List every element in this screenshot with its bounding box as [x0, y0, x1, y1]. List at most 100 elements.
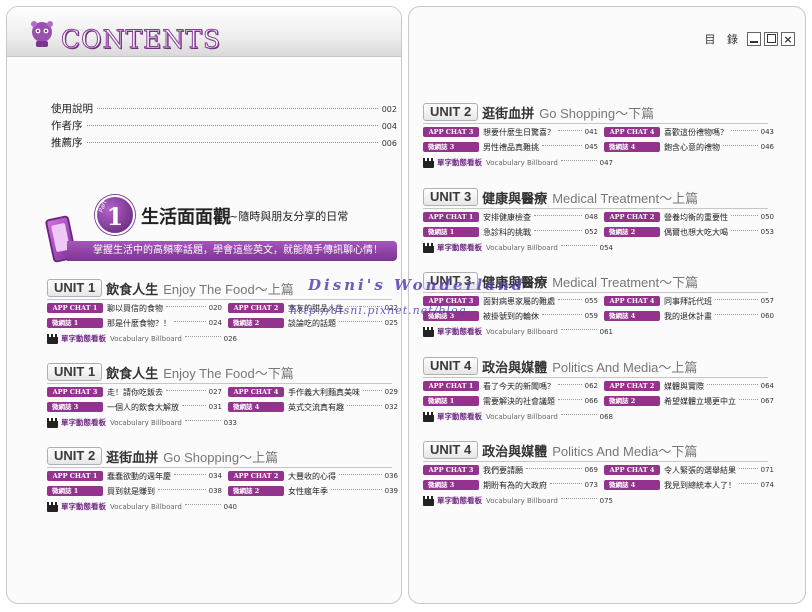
vocab-label-en: Vocabulary Billboard [486, 327, 558, 336]
vocabulary-billboard-entry[interactable]: 單字動態看板 Vocabulary Billboard 061 [423, 325, 613, 338]
toc-entry[interactable]: APP CHAT 2 室友的甜品人生 022 [228, 303, 398, 314]
page-number: 061 [599, 327, 613, 336]
right-page: 目 錄 × UNIT 2 逛街血拼 Go Shopping～下篇 APP CHAT 3… [408, 6, 806, 604]
unit-title-zh: 政治與媒體 [482, 360, 548, 376]
vocabulary-billboard-entry[interactable]: 單字動態看板 Vocabulary Billboard 033 [47, 416, 237, 429]
toc-entry[interactable]: 微網誌 3 期盼有為的大政府 073 [423, 480, 598, 491]
toc-entry[interactable]: 微網誌 3 一個人的飲食大解放 031 [47, 402, 222, 413]
toc-entry[interactable]: APP CHAT 1 聊以買信的食物 020 [47, 303, 222, 314]
vocab-label-en: Vocabulary Billboard [110, 334, 182, 343]
toc-entry[interactable]: 微網誌 2 女性瘋年季 039 [228, 486, 398, 497]
toc-entry[interactable]: 微網誌 1 買到就是賺到 038 [47, 486, 222, 497]
page-number: 067 [760, 397, 774, 405]
toc-entry[interactable]: 微網誌 1 那是什麼食物？！ 024 [47, 318, 222, 329]
leader-dots [339, 473, 382, 475]
toc-entry[interactable]: APP CHAT 1 看了今天的新聞嗎？ 062 [423, 381, 598, 392]
toc-entry[interactable]: 微網誌 3 被掛號到的輪休 059 [423, 311, 598, 322]
unit-title-zh: 飲食人生 [106, 282, 159, 298]
close-icon[interactable]: × [781, 32, 795, 46]
app-chat-tag: APP CHAT 4 [604, 127, 660, 137]
preface-item[interactable]: 作者序 004 [51, 118, 397, 135]
maximize-icon[interactable] [764, 32, 778, 46]
blog-tag: 微網誌 4 [604, 311, 660, 321]
leader-dots [560, 160, 597, 161]
page-number: 047 [599, 158, 613, 167]
vocabulary-billboard-entry[interactable]: 單字動態看板 Vocabulary Billboard 075 [423, 494, 613, 507]
unit-header[interactable]: UNIT 2 逛街血拼 Go Shopping～下篇 [423, 103, 774, 122]
leader-dots [560, 245, 597, 246]
entry-title: 女性瘋年季 [288, 486, 328, 496]
blog-tag: 微網誌 1 [423, 227, 479, 237]
app-chat-tag: APP CHAT 1 [423, 381, 479, 391]
page-number: 020 [208, 304, 222, 312]
preface-item[interactable]: 使用說明 002 [51, 101, 397, 118]
toc-entry[interactable]: APP CHAT 2 媒體與實際 064 [604, 381, 774, 392]
toc-entry[interactable]: 微網誌 4 飽含心意的禮物 046 [604, 142, 774, 153]
toc-entry[interactable]: APP CHAT 3 想要什麼生日驚喜？ 041 [423, 127, 598, 138]
toc-entry[interactable]: APP CHAT 3 我們要請願 069 [423, 465, 598, 476]
page-number: 048 [584, 213, 598, 221]
toc-entry[interactable]: 微網誌 2 希望媒體立場更中立 067 [604, 396, 774, 407]
toc-entry[interactable]: 微網誌 4 英式交流真有趣 032 [228, 402, 398, 413]
unit-title-en: Go Shopping～下篇 [539, 105, 655, 121]
leader-dots [86, 142, 378, 143]
page-number: 045 [584, 143, 598, 151]
toc-entry[interactable]: APP CHAT 1 安排健康檢查 048 [423, 212, 598, 223]
toc-entry[interactable]: APP CHAT 3 面對病患家屬的難處 055 [423, 296, 598, 307]
unit-title-en: Go Shopping～上篇 [163, 449, 279, 465]
toc-entry[interactable]: 微網誌 4 我的退休計畫 060 [604, 311, 774, 322]
leader-dots [560, 498, 597, 499]
page-number: 068 [599, 412, 613, 421]
app-chat-tag: APP CHAT 3 [423, 296, 479, 306]
leader-dots [739, 482, 758, 484]
minimize-icon[interactable] [747, 32, 761, 46]
entry-row: 微網誌 3 被掛號到的輪休 059 微網誌 4 我的退休計畫 060 [423, 309, 774, 323]
toc-entry[interactable]: APP CHAT 2 營養均衡的重要性 050 [604, 212, 774, 223]
vocabulary-billboard-entry[interactable]: 單字動態看板 Vocabulary Billboard 047 [423, 156, 613, 169]
unit-header[interactable]: UNIT 3 健康與醫療 Medical Treatment～上篇 [423, 188, 774, 207]
toc-entry[interactable]: 微網誌 1 急診科的挑戰 052 [423, 227, 598, 238]
contents-header: CONTENTS [7, 7, 401, 57]
vocabulary-billboard-entry[interactable]: 單字動態看板 Vocabulary Billboard 054 [423, 241, 613, 254]
toc-entry[interactable]: 微網誌 4 我見到總統本人了！ 074 [604, 480, 774, 491]
vocabulary-billboard-entry[interactable]: 單字動態看板 Vocabulary Billboard 068 [423, 410, 613, 423]
unit-header[interactable]: UNIT 4 政治與媒體 Politics And Media～下篇 [423, 441, 774, 460]
page-number: 046 [760, 143, 774, 151]
unit-divider [423, 123, 768, 124]
toc-entry[interactable]: APP CHAT 4 喜歡這份禮物嗎？ 043 [604, 127, 774, 138]
toc-entry[interactable]: APP CHAT 4 同事拜託代班 057 [604, 296, 774, 307]
vocabulary-billboard-entry[interactable]: 單字動態看板 Vocabulary Billboard 026 [47, 332, 237, 345]
unit-title-en: Enjoy The Food～下篇 [163, 365, 294, 381]
unit-title-zh: 逛街血拼 [482, 106, 535, 122]
page-number: 002 [381, 105, 397, 114]
preface-item[interactable]: 推薦序 006 [51, 135, 397, 152]
vocab-label-en: Vocabulary Billboard [110, 418, 182, 427]
toc-entry[interactable]: APP CHAT 2 大豐收的心得 036 [228, 471, 398, 482]
unit-header[interactable]: UNIT 2 逛街血拼 Go Shopping～上篇 [47, 447, 398, 466]
toc-entry[interactable]: APP CHAT 1 蠢蠢欲動的週年慶 034 [47, 471, 222, 482]
toc-entry[interactable]: 微網誌 2 談論吃的話題 025 [228, 318, 398, 329]
unit-title-zh: 健康與醫療 [482, 275, 548, 291]
vocabulary-billboard-entry[interactable]: 單字動態看板 Vocabulary Billboard 040 [47, 500, 237, 513]
page-number: 052 [584, 228, 598, 236]
unit-header[interactable]: UNIT 3 健康與醫療 Medical Treatment～下篇 [423, 272, 774, 291]
clapperboard-icon [423, 495, 434, 506]
vocab-label: 單字動態看板 [61, 418, 106, 427]
blog-tag: 微網誌 1 [423, 396, 479, 406]
part-title: 生活面面觀 [141, 207, 231, 228]
leader-dots [86, 125, 378, 126]
toc-entry[interactable]: APP CHAT 4 令人緊張的選舉結果 071 [604, 465, 774, 476]
toc-entry[interactable]: APP CHAT 4 手作義大利麵真美味 029 [228, 387, 398, 398]
toc-entry[interactable]: APP CHAT 3 走！請你吃飯去 027 [47, 387, 222, 398]
entry-row: APP CHAT 3 我們要請願 069 APP CHAT 4 令人緊張的選舉結果 071 [423, 463, 774, 477]
entry-title: 想要什麼生日驚喜？ [483, 127, 555, 137]
unit-header[interactable]: UNIT 4 政治與媒體 Politics And Media～上篇 [423, 357, 774, 376]
app-chat-tag: APP CHAT 1 [47, 303, 103, 313]
unit-divider [423, 292, 768, 293]
toc-entry[interactable]: 微網誌 1 需要解決的社會議題 066 [423, 396, 598, 407]
toc-entry[interactable]: 微網誌 2 偶爾也想大吃大喝 053 [604, 227, 774, 238]
leader-dots [550, 482, 582, 484]
toc-entry[interactable]: 微網誌 3 男性禮品真難挑 045 [423, 142, 598, 153]
unit-header[interactable]: UNIT 1 飲食人生 Enjoy The Food～上篇 [47, 279, 398, 298]
unit-header[interactable]: UNIT 1 飲食人生 Enjoy The Food～下篇 [47, 363, 398, 382]
